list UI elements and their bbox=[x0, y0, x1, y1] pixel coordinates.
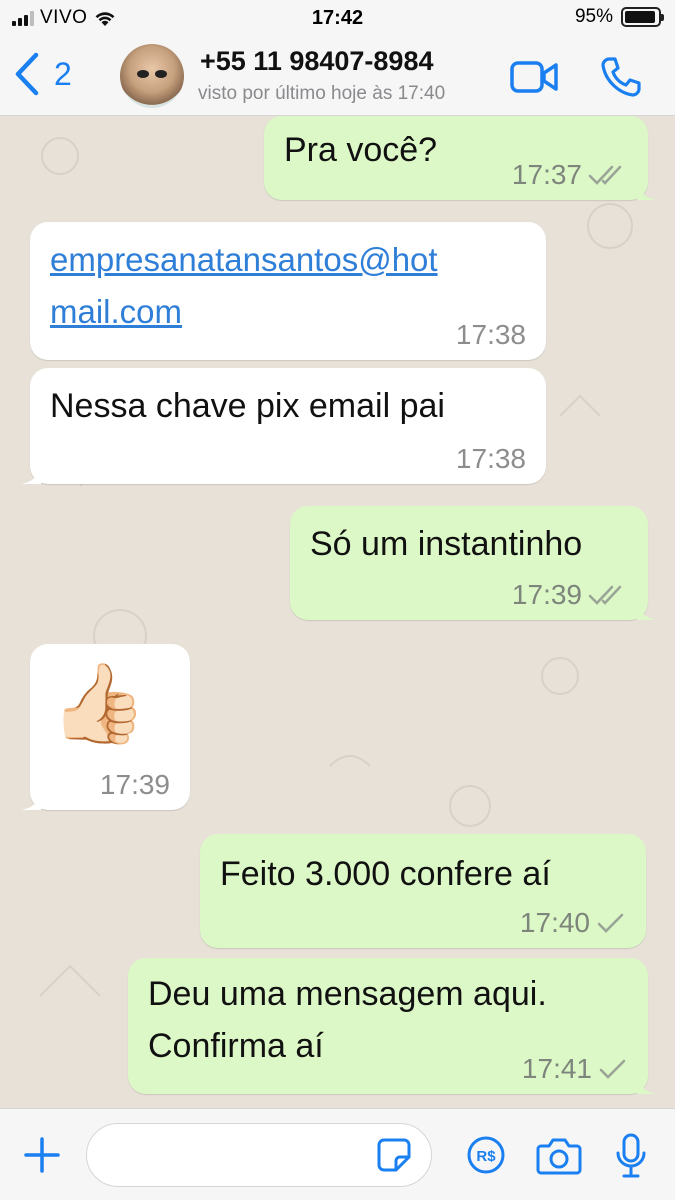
double-check-read-icon bbox=[588, 165, 622, 185]
message-meta: 17:39 bbox=[512, 578, 628, 612]
unread-count: 2 bbox=[54, 55, 72, 92]
chat-area[interactable]: Pra você? 17:37 empresanatansantos@hot m… bbox=[0, 116, 675, 1108]
message-bubble-outgoing[interactable]: Deu uma mensagem aqui. Confirma aí 17:41 bbox=[128, 958, 657, 1094]
bubble-tail bbox=[637, 180, 657, 200]
plus-button[interactable] bbox=[22, 1135, 62, 1175]
input-bar: R$ bbox=[0, 1108, 675, 1200]
single-check-sent-icon bbox=[599, 1059, 626, 1079]
message-bubble-incoming[interactable]: 👍🏻 17:39 bbox=[21, 644, 190, 810]
message-meta: 17:40 bbox=[520, 906, 626, 940]
message-text: Feito 3.000 confere aí bbox=[220, 855, 551, 893]
message-bubble-incoming[interactable]: empresanatansantos@hot mail.com 17:38 bbox=[30, 222, 546, 360]
message-bubble-outgoing[interactable]: Só um instantinho 17:39 bbox=[290, 506, 657, 620]
bubble-tail bbox=[637, 600, 657, 620]
camera-button[interactable] bbox=[536, 1137, 582, 1175]
bubble-tail bbox=[637, 1074, 657, 1094]
message-time: 17:40 bbox=[519, 907, 590, 938]
sticker-button[interactable] bbox=[376, 1137, 412, 1173]
double-check-read-icon bbox=[588, 585, 622, 605]
avatar-glasses bbox=[137, 70, 167, 78]
message-meta: 17:38 bbox=[456, 442, 526, 476]
message-meta: 17:39 bbox=[100, 768, 170, 802]
thumbs-up-emoji: 👍🏻 bbox=[50, 659, 148, 747]
message-time: 17:39 bbox=[511, 579, 582, 610]
phone-call-button[interactable] bbox=[600, 56, 642, 98]
avatar[interactable] bbox=[120, 44, 184, 108]
message-meta: 17:38 bbox=[456, 318, 526, 352]
message-time: 17:39 bbox=[99, 769, 170, 800]
contact-name[interactable]: +55 11 98407-8984 bbox=[200, 46, 433, 77]
back-button[interactable]: 2 bbox=[14, 52, 72, 96]
pix-payment-button[interactable]: R$ bbox=[466, 1135, 506, 1175]
contact-last-seen: visto por último hoje às 17:40 bbox=[198, 83, 446, 104]
message-text: Só um instantinho bbox=[310, 525, 583, 563]
battery-icon bbox=[621, 7, 664, 27]
message-meta: 17:37 bbox=[512, 158, 628, 192]
microphone-button[interactable] bbox=[614, 1133, 648, 1179]
message-bubble-outgoing[interactable]: Pra você? 17:37 bbox=[264, 116, 657, 200]
battery-level-fill bbox=[625, 11, 656, 23]
message-time: 17:38 bbox=[455, 319, 526, 350]
chevron-left-icon bbox=[15, 52, 39, 96]
bubble-tail bbox=[21, 790, 41, 810]
chat-header: 2 +55 11 98407-8984 visto por último hoj… bbox=[0, 36, 675, 116]
status-bar: VIVO 17:42 95% bbox=[0, 0, 675, 36]
svg-text:R$: R$ bbox=[476, 1148, 496, 1165]
message-bubble-outgoing[interactable]: Feito 3.000 confere aí 17:40 bbox=[200, 834, 646, 948]
single-check-sent-icon bbox=[597, 913, 624, 933]
status-right: 95% bbox=[574, 6, 664, 28]
message-time: 17:37 bbox=[511, 159, 582, 190]
email-link[interactable]: empresanatansantos@hot mail.com bbox=[50, 222, 526, 338]
battery-percent: 95% bbox=[574, 6, 613, 27]
message-time: 17:41 bbox=[521, 1053, 592, 1084]
message-meta: 17:41 bbox=[522, 1052, 628, 1086]
message-text: Nessa chave pix email pai bbox=[50, 387, 445, 425]
message-bubble-incoming[interactable]: Nessa chave pix email pai 17:38 bbox=[21, 368, 546, 484]
status-time: 17:42 bbox=[311, 7, 364, 29]
video-call-button[interactable] bbox=[510, 60, 560, 94]
message-time: 17:38 bbox=[455, 443, 526, 474]
bubble-tail bbox=[21, 464, 41, 484]
